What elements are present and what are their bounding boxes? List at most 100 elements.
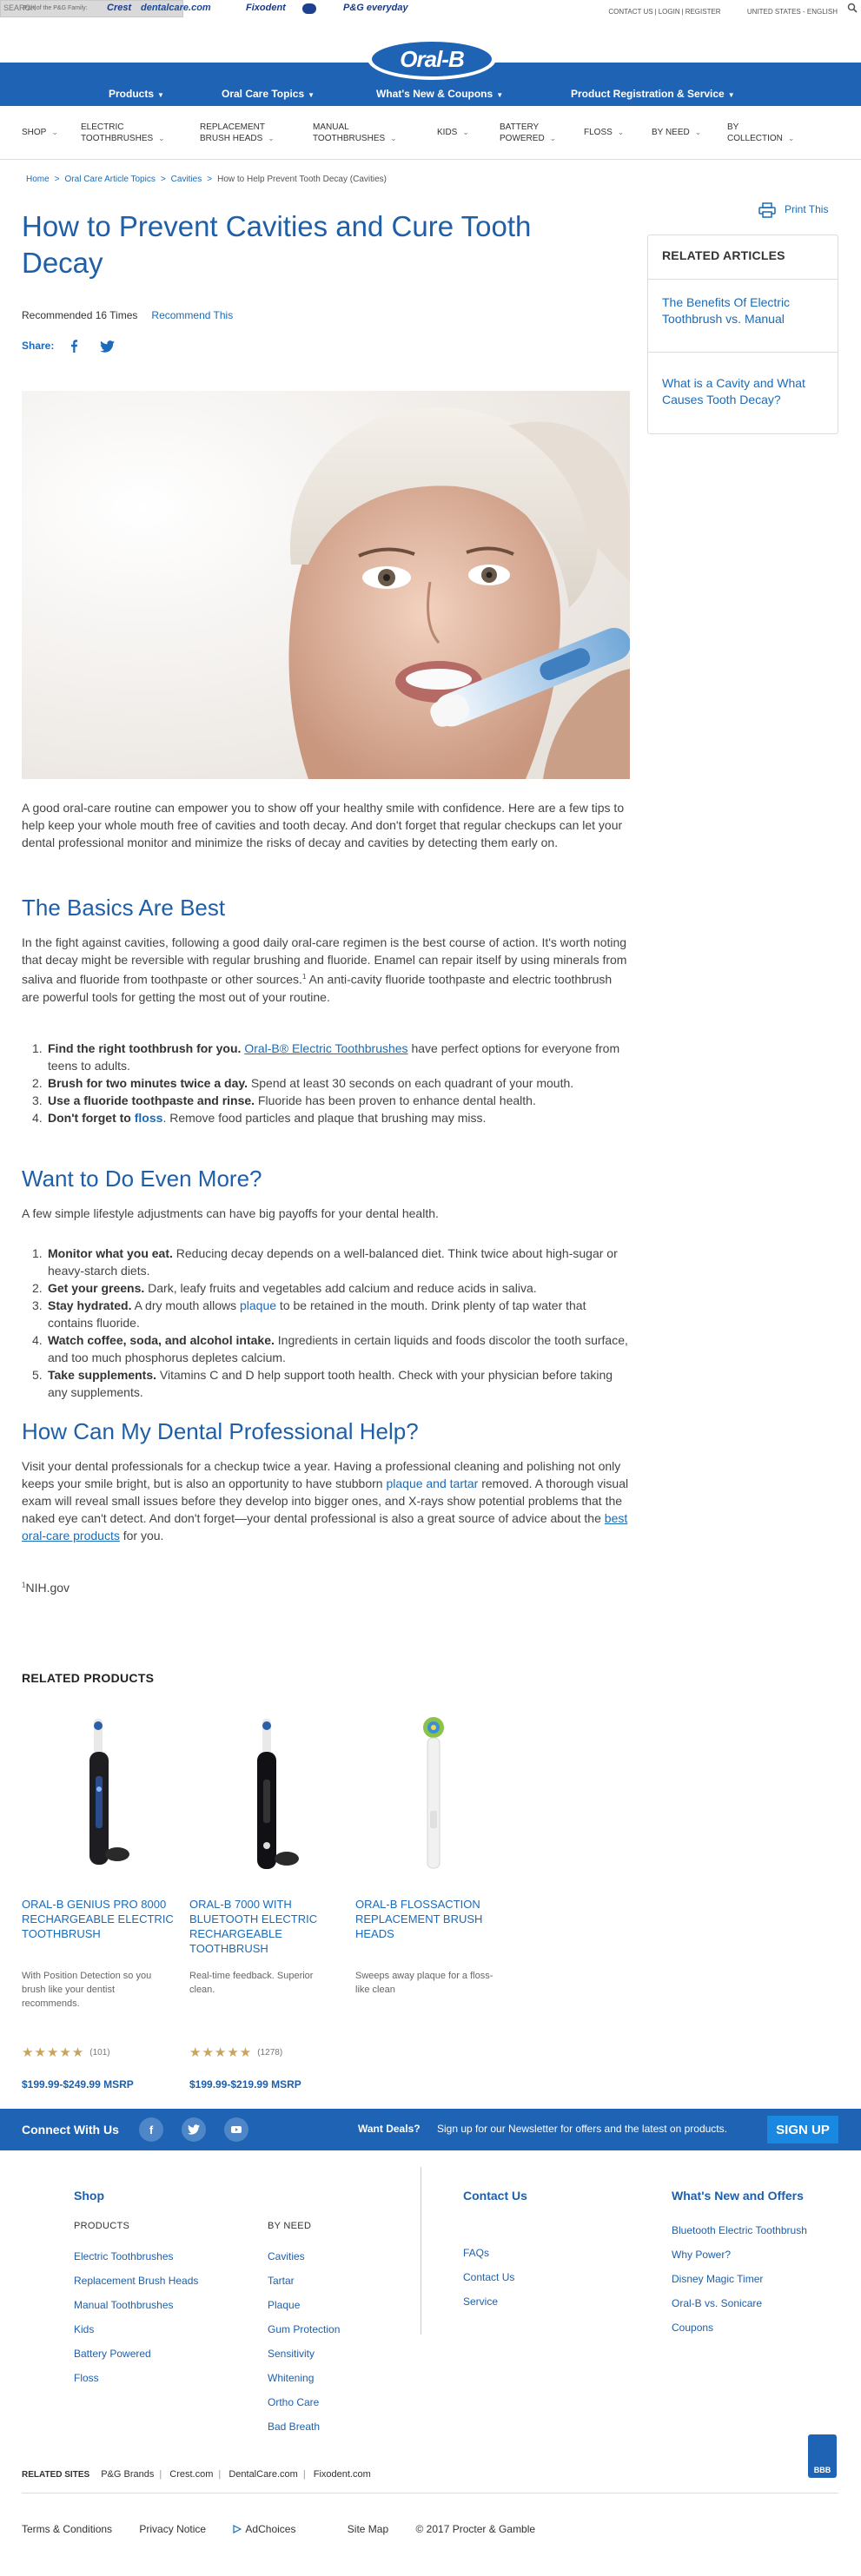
brand-link-oralb[interactable]: [302, 3, 316, 14]
nav-product-registration-label: Product Registration & Service: [571, 88, 725, 100]
product-name-link[interactable]: ORAL-B 7000 WITH BLUETOOTH ELECTRIC RECH…: [189, 1897, 346, 1956]
cat-replacement-brush-heads[interactable]: REPLACEMENT BRUSH HEADS ⌄: [200, 122, 275, 144]
list-item: 2. Brush for two minutes twice a day. Spe…: [32, 1076, 574, 1090]
twitter-icon[interactable]: [182, 2117, 206, 2142]
cat-label-line2: TOOTHBRUSHES: [81, 134, 154, 143]
floss-link[interactable]: floss: [135, 1111, 163, 1125]
related-articles-title: RELATED ARTICLES: [662, 248, 785, 262]
related-products-title: RELATED PRODUCTS: [22, 1671, 155, 1685]
privacy-link[interactable]: Privacy Notice: [139, 2523, 206, 2535]
footer-link[interactable]: Ortho Care: [268, 2390, 340, 2414]
nav-oral-care-topics[interactable]: Oral Care Topics ▼: [222, 88, 315, 100]
footer-link[interactable]: Disney Magic Timer: [672, 2267, 807, 2291]
youtube-icon[interactable]: [224, 2117, 248, 2142]
footer-link[interactable]: Oral-B vs. Sonicare: [672, 2291, 807, 2315]
nav-products-label: Products: [109, 88, 155, 100]
cat-kids[interactable]: KIDS ⌄: [437, 127, 469, 138]
product-name-link[interactable]: ORAL-B FLOSSACTION REPLACEMENT BRUSH HEA…: [355, 1897, 512, 1941]
printer-icon: [758, 202, 776, 218]
cat-battery-powered[interactable]: BATTERY POWERED ⌄: [500, 122, 556, 144]
region-selector[interactable]: UNITED STATES - ENGLISH: [747, 8, 838, 16]
product-image-flossaction-heads[interactable]: [355, 1715, 512, 1880]
search-input[interactable]: [3, 2, 160, 14]
footer-link[interactable]: Bad Breath: [268, 2414, 340, 2439]
connect-label: Connect With Us: [22, 2123, 119, 2137]
cat-by-collection[interactable]: BY COLLECTION ⌄: [727, 122, 794, 144]
chevron-down-icon: ▼: [496, 91, 504, 99]
footer-link[interactable]: Why Power?: [672, 2242, 807, 2267]
product-image-7000-bluetooth[interactable]: [189, 1715, 346, 1880]
footer-link[interactable]: Whitening: [268, 2366, 340, 2390]
star-rating: ★★★★★ (1278): [189, 2044, 282, 2060]
breadcrumb-home[interactable]: Home: [26, 175, 50, 184]
adchoices-link[interactable]: AdChoices: [233, 2523, 320, 2535]
section-heading: The Basics Are Best: [22, 895, 226, 921]
share-label: Share:: [22, 340, 55, 352]
footer-link[interactable]: Electric Toothbrushes: [74, 2244, 198, 2269]
nav-whats-new[interactable]: What's New & Coupons ▼: [376, 88, 503, 100]
related-site-link[interactable]: Crest.com: [169, 2469, 213, 2480]
electric-toothbrushes-link[interactable]: Oral-B® Electric Toothbrushes: [244, 1041, 407, 1055]
chevron-down-icon: ⌄: [268, 134, 275, 142]
footer-link[interactable]: Cavities: [268, 2244, 340, 2269]
list-item: 4. Watch coffee, soda, and alcohol intake…: [32, 1333, 628, 1364]
review-count[interactable]: (101): [89, 2048, 109, 2057]
list-item: 3. Stay hydrated. A dry mouth allows plaq…: [32, 1298, 586, 1330]
nav-whats-new-label: What's New & Coupons: [376, 88, 493, 100]
footer-link[interactable]: Tartar: [268, 2269, 340, 2293]
cat-shop[interactable]: SHOP ⌄: [22, 127, 58, 138]
footer-link[interactable]: Manual Toothbrushes: [74, 2293, 198, 2317]
footer-link[interactable]: FAQs: [463, 2241, 514, 2265]
section-paragraph: In the fight against cavities, following…: [22, 934, 630, 1006]
product-image-genius-8000[interactable]: [22, 1715, 178, 1880]
plaque-and-tartar-link[interactable]: plaque and tartar: [386, 1476, 478, 1490]
footer-link[interactable]: Contact Us: [463, 2265, 514, 2289]
print-button[interactable]: Print This: [758, 202, 828, 218]
search-icon[interactable]: [847, 3, 858, 13]
brand-link-fixodent[interactable]: Fixodent: [246, 3, 286, 13]
footer-link[interactable]: Bluetooth Electric Toothbrush: [672, 2218, 807, 2242]
nav-products[interactable]: Products ▼: [109, 88, 164, 100]
facebook-icon[interactable]: [70, 340, 78, 353]
footer-link[interactable]: Service: [463, 2289, 514, 2314]
nav-product-registration[interactable]: Product Registration & Service ▼: [571, 88, 735, 100]
breadcrumb-topics[interactable]: Oral Care Article Topics: [65, 175, 156, 184]
register-link[interactable]: REGISTER: [685, 8, 721, 16]
recommend-button[interactable]: Recommend This: [151, 309, 233, 321]
bbb-accredited-badge[interactable]: BBB: [808, 2434, 837, 2478]
twitter-icon[interactable]: [100, 340, 115, 353]
list-item-text: A dry mouth allows: [131, 1298, 240, 1312]
footer-link[interactable]: Plaque: [268, 2293, 340, 2317]
oralb-logo[interactable]: Oral-B: [368, 38, 496, 80]
footer-link[interactable]: Battery Powered: [74, 2342, 198, 2366]
related-article-link[interactable]: The Benefits Of Electric Toothbrush vs. …: [662, 294, 827, 327]
brand-link-pg-everyday[interactable]: P&G everyday: [343, 3, 408, 13]
signup-button[interactable]: SIGN UP: [767, 2116, 838, 2143]
lifestyle-list: 1. Monitor what you eat. Reducing decay d…: [22, 1245, 630, 1401]
facebook-icon[interactable]: f: [139, 2117, 163, 2142]
contact-us-link[interactable]: CONTACT US: [608, 8, 652, 16]
footer-link[interactable]: Sensitivity: [268, 2342, 340, 2366]
plaque-link[interactable]: plaque: [240, 1298, 276, 1312]
related-site-link[interactable]: Fixodent.com: [314, 2469, 371, 2480]
review-count[interactable]: (1278): [257, 2048, 282, 2057]
footer-link[interactable]: Coupons: [672, 2315, 807, 2340]
footer-link[interactable]: Kids: [74, 2317, 198, 2342]
related-site-link[interactable]: P&G Brands: [101, 2469, 154, 2480]
chevron-down-icon: ▼: [308, 91, 315, 99]
terms-link[interactable]: Terms & Conditions: [22, 2523, 112, 2535]
footer-link[interactable]: Floss: [74, 2366, 198, 2390]
cat-electric-toothbrushes[interactable]: ELECTRIC TOOTHBRUSHES ⌄: [81, 122, 165, 144]
cat-by-need[interactable]: BY NEED ⌄: [652, 127, 701, 138]
breadcrumb-cavities[interactable]: Cavities: [171, 175, 202, 184]
related-article-link[interactable]: What is a Cavity and What Causes Tooth D…: [662, 375, 827, 408]
cat-manual-toothbrushes[interactable]: MANUAL TOOTHBRUSHES ⌄: [313, 122, 397, 144]
sitemap-link[interactable]: Site Map: [348, 2523, 388, 2535]
footer-link[interactable]: Gum Protection: [268, 2317, 340, 2342]
cat-floss[interactable]: FLOSS ⌄: [584, 127, 624, 138]
product-description: With Position Detection so you brush lik…: [22, 1971, 152, 2009]
footer-link[interactable]: Replacement Brush Heads: [74, 2269, 198, 2293]
product-name-link[interactable]: ORAL-B GENIUS PRO 8000 RECHARGEABLE ELEC…: [22, 1897, 178, 1941]
related-site-link[interactable]: DentalCare.com: [228, 2469, 297, 2480]
login-link[interactable]: LOGIN: [659, 8, 680, 16]
